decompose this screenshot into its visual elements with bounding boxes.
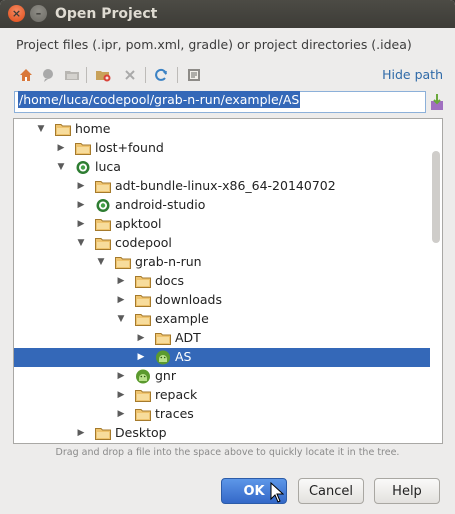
folder-icon bbox=[75, 141, 91, 156]
folder-icon bbox=[135, 388, 151, 403]
tree-scrollbar[interactable] bbox=[432, 151, 440, 243]
android-studio-icon bbox=[95, 198, 111, 213]
folder-icon bbox=[95, 236, 111, 251]
tree-row[interactable]: ▶ apktool bbox=[14, 215, 430, 234]
delete-icon[interactable] bbox=[121, 66, 139, 84]
tree-row[interactable]: ▶ downloads bbox=[14, 291, 430, 310]
expand-arrow-icon[interactable]: ▶ bbox=[116, 386, 126, 405]
tree-row[interactable]: ▼ codepool bbox=[14, 234, 430, 253]
expand-arrow-icon[interactable]: ▶ bbox=[116, 272, 126, 291]
expand-arrow-icon[interactable]: ▶ bbox=[136, 329, 146, 348]
folder-icon bbox=[135, 274, 151, 289]
refresh-icon[interactable] bbox=[152, 66, 170, 84]
expand-arrow-icon[interactable]: ▶ bbox=[116, 367, 126, 386]
toolbar-separator bbox=[145, 67, 146, 83]
folder-icon bbox=[135, 407, 151, 422]
tree-row[interactable]: ▶ repack bbox=[14, 386, 430, 405]
tree-row-label: downloads bbox=[155, 292, 222, 307]
desktop-icon[interactable] bbox=[39, 66, 57, 84]
tree-row[interactable]: ▼ luca bbox=[14, 158, 430, 177]
tree-row[interactable]: ▶ ADT bbox=[14, 329, 430, 348]
tree-row-label: docs bbox=[155, 273, 184, 288]
folder-icon bbox=[95, 426, 111, 441]
path-input[interactable]: /home/luca/codepool/grab-n-run/example/A… bbox=[14, 91, 426, 113]
tree-row-label: android-studio bbox=[115, 197, 206, 212]
title-bar: × – Open Project bbox=[0, 0, 455, 28]
expand-arrow-icon[interactable]: ▶ bbox=[116, 291, 126, 310]
home-icon[interactable] bbox=[17, 66, 35, 84]
expand-arrow-icon[interactable]: ▶ bbox=[76, 215, 86, 234]
tree-row[interactable]: ▼ example bbox=[14, 310, 430, 329]
tree-row-label: luca bbox=[95, 159, 121, 174]
tree-row-label: grab-n-run bbox=[135, 254, 202, 269]
folder-icon bbox=[95, 179, 111, 194]
tree-row-label: home bbox=[75, 121, 111, 136]
tree-row-label: repack bbox=[155, 387, 198, 402]
expand-arrow-icon[interactable]: ▶ bbox=[76, 177, 86, 196]
tree-row-label: traces bbox=[155, 406, 194, 421]
expand-arrow-icon[interactable]: ▶ bbox=[136, 348, 146, 367]
file-tree[interactable]: ▶ Desktop ▶ traces ▶ repack ▶ gnr ▶ AS ▶ ADT ▼ exampl… bbox=[13, 118, 443, 444]
tree-row[interactable]: ▶ docs bbox=[14, 272, 430, 291]
tree-row-label: AS bbox=[175, 349, 192, 364]
expand-arrow-icon[interactable]: ▶ bbox=[76, 424, 86, 443]
tree-row[interactable]: ▶ lost+found bbox=[14, 139, 430, 158]
expand-arrow-icon[interactable]: ▶ bbox=[76, 196, 86, 215]
cancel-button-label: Cancel bbox=[308, 483, 354, 499]
window-title: Open Project bbox=[55, 6, 158, 22]
folder-icon bbox=[95, 217, 111, 232]
file-chooser-toolbar bbox=[14, 64, 444, 86]
collapse-arrow-icon[interactable]: ▼ bbox=[96, 253, 106, 272]
toolbar-separator bbox=[177, 67, 178, 83]
ok-button-label: OK bbox=[243, 483, 265, 499]
folder-icon bbox=[155, 331, 171, 346]
expand-arrow-icon[interactable]: ▶ bbox=[116, 405, 126, 424]
path-input-value: /home/luca/codepool/grab-n-run/example/A… bbox=[18, 91, 301, 108]
collapse-arrow-icon[interactable]: ▼ bbox=[76, 234, 86, 253]
path-row: /home/luca/codepool/grab-n-run/example/A… bbox=[14, 91, 444, 113]
tree-row[interactable]: ▶ Desktop bbox=[14, 424, 430, 443]
tree-row[interactable]: ▶ android-studio bbox=[14, 196, 430, 215]
tree-row[interactable]: ▶ adt-bundle-linux-x86_64-20140702 bbox=[14, 177, 430, 196]
tree-row-label: apktool bbox=[115, 216, 162, 231]
mouse-cursor-icon bbox=[270, 481, 285, 504]
minimize-window-button[interactable]: – bbox=[30, 5, 47, 22]
tree-row-label: example bbox=[155, 311, 209, 326]
android-project-icon bbox=[155, 350, 171, 365]
hide-path-link[interactable]: Hide path bbox=[382, 67, 443, 82]
collapse-arrow-icon[interactable]: ▼ bbox=[116, 310, 126, 329]
expand-arrow-icon[interactable]: ▶ bbox=[56, 139, 66, 158]
tree-row[interactable]: ▶ gnr bbox=[14, 367, 430, 386]
folder-icon bbox=[115, 255, 131, 270]
folder-icon bbox=[135, 312, 151, 327]
project-icon[interactable] bbox=[63, 66, 81, 84]
folder-icon bbox=[135, 293, 151, 308]
toolbar-separator bbox=[86, 67, 87, 83]
tree-row-label: codepool bbox=[115, 235, 172, 250]
tree-row-label: adt-bundle-linux-x86_64-20140702 bbox=[115, 178, 336, 193]
open-project-dialog: × – Open Project Project files (.ipr, po… bbox=[0, 0, 455, 514]
drag-drop-hint: Drag and drop a file into the space abov… bbox=[55, 447, 400, 458]
tree-row-label: ADT bbox=[175, 330, 201, 345]
close-window-button[interactable]: × bbox=[8, 5, 25, 22]
show-hidden-icon[interactable] bbox=[185, 66, 203, 84]
tree-row-label: Desktop bbox=[115, 425, 167, 440]
tree-row[interactable]: ▶ traces bbox=[14, 405, 430, 424]
tree-row[interactable]: ▼ home bbox=[14, 120, 430, 139]
cancel-button[interactable]: Cancel bbox=[298, 478, 364, 504]
help-button[interactable]: Help bbox=[374, 478, 440, 504]
new-folder-icon[interactable] bbox=[94, 66, 112, 84]
collapse-arrow-icon[interactable]: ▼ bbox=[36, 120, 46, 139]
folder-icon bbox=[55, 122, 71, 137]
tree-row-label: gnr bbox=[155, 368, 176, 383]
tree-row[interactable]: ▶ AS bbox=[14, 348, 430, 367]
tree-row[interactable]: ▼ grab-n-run bbox=[14, 253, 430, 272]
help-button-label: Help bbox=[392, 483, 422, 499]
dialog-description: Project files (.ipr, pom.xml, gradle) or… bbox=[16, 37, 412, 52]
tree-row-label: lost+found bbox=[95, 140, 164, 155]
android-project-icon bbox=[135, 369, 151, 384]
path-history-icon[interactable] bbox=[429, 93, 445, 111]
android-studio-icon bbox=[75, 160, 91, 175]
collapse-arrow-icon[interactable]: ▼ bbox=[56, 158, 66, 177]
